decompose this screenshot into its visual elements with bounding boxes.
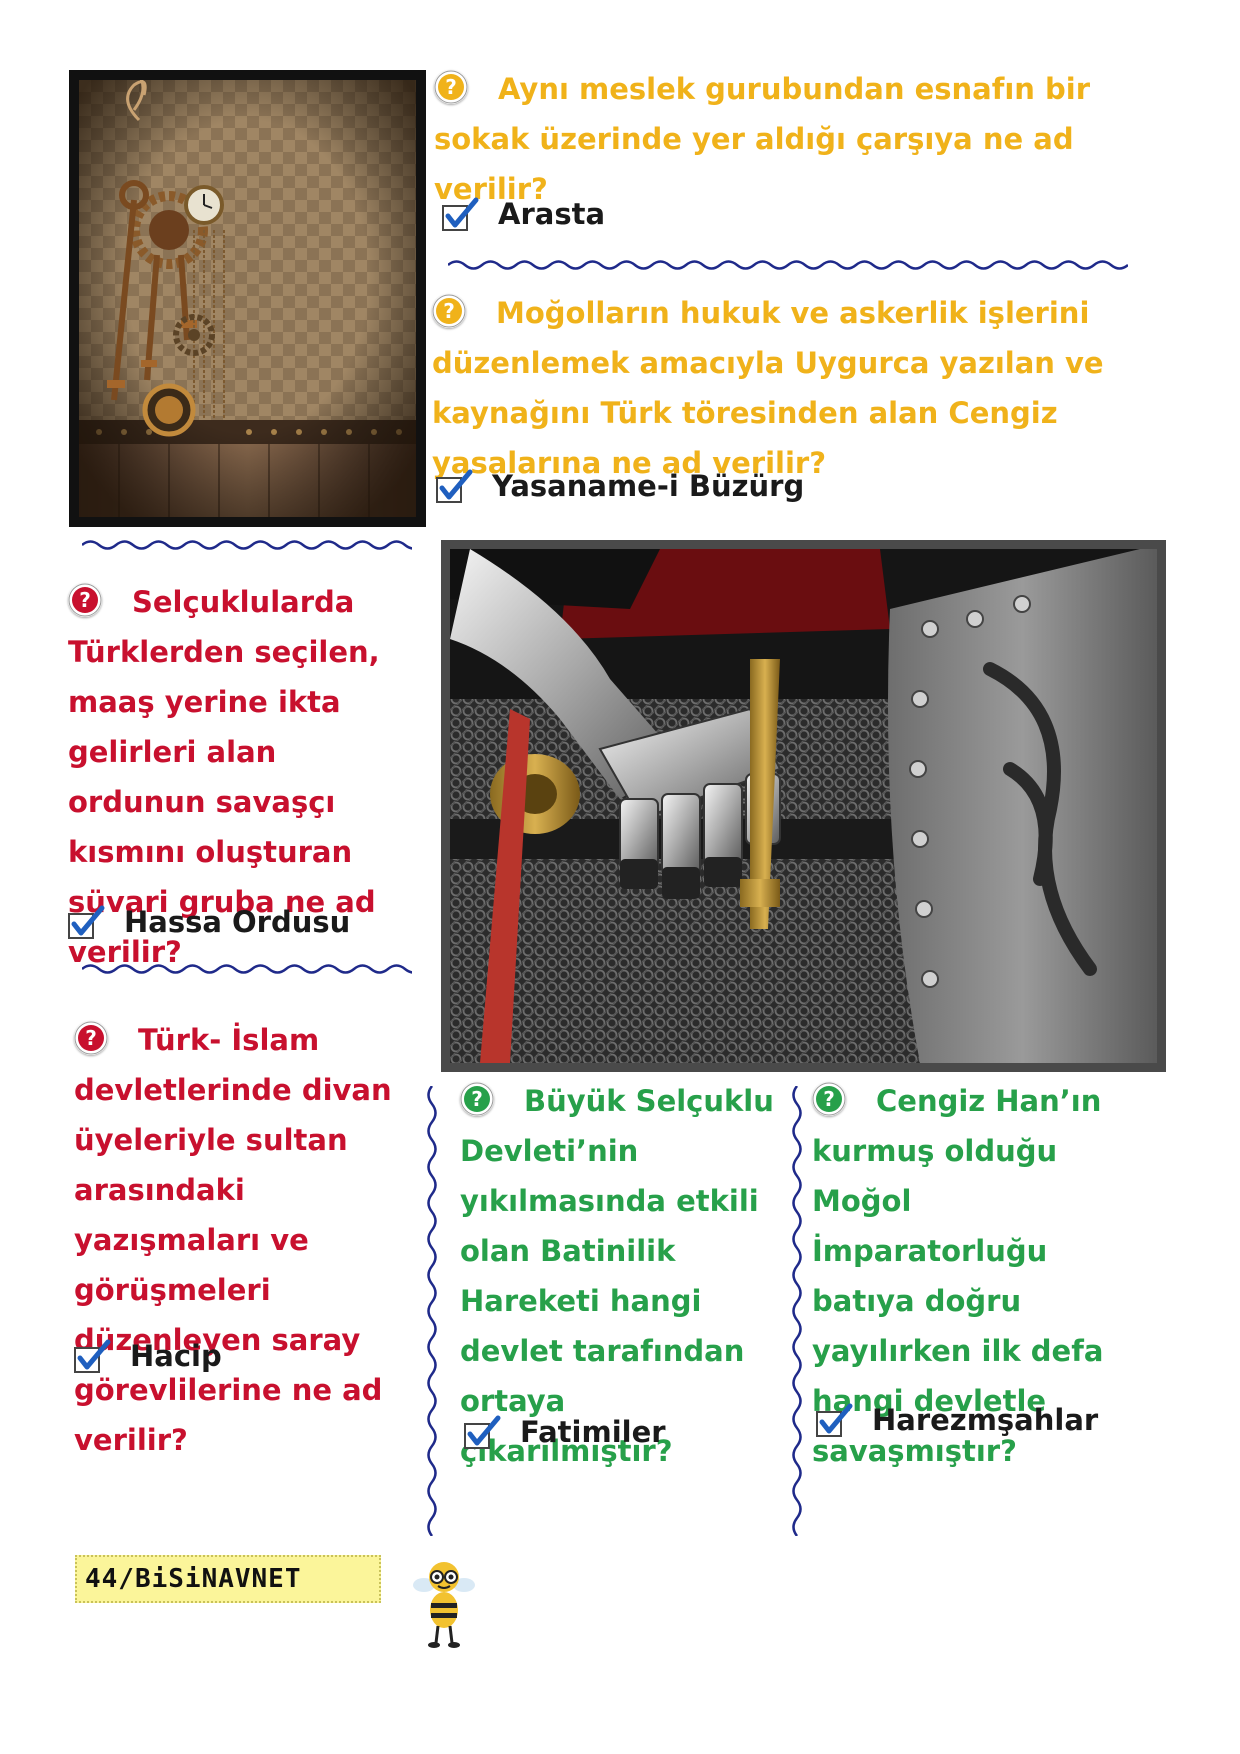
answer-4: Hacip <box>72 1336 222 1376</box>
question-mark-icon: ? <box>68 583 102 617</box>
checkbox-icon <box>814 1400 854 1440</box>
wave-divider <box>82 964 412 974</box>
answer-text: Arasta <box>498 197 606 231</box>
question-block-2: ? Moğolların hukuk ve askerlik işlerini … <box>432 288 1147 488</box>
answer-3: Hassa Ordusu <box>66 902 350 942</box>
steampunk-keys-image <box>69 70 426 527</box>
question-text: ? Aynı meslek gurubundan esnafın bir sok… <box>434 70 1091 206</box>
answer-text: Yasaname-i Büzürg <box>492 469 805 503</box>
question-mark-icon: ? <box>812 1082 846 1116</box>
knight-armor-image <box>441 540 1166 1072</box>
svg-text:?: ? <box>85 1026 97 1050</box>
svg-text:?: ? <box>443 299 455 323</box>
answer-text: Harezmşahlar <box>872 1403 1099 1437</box>
svg-text:?: ? <box>471 1087 483 1111</box>
question-mark-icon: ? <box>74 1021 108 1055</box>
question-block-1: ? Aynı meslek gurubundan esnafın bir sok… <box>434 64 1134 214</box>
page-label-text: 44/BiSiNAVNET <box>85 1564 302 1594</box>
svg-text:?: ? <box>79 588 91 612</box>
checkbox-icon <box>462 1412 502 1452</box>
answer-text: Hassa Ordusu <box>124 905 351 939</box>
answer-1: Arasta <box>440 194 605 234</box>
keys-gears-illustration <box>79 74 416 517</box>
answer-text: Hacip <box>130 1339 222 1373</box>
question-mark-icon: ? <box>434 70 468 104</box>
wave-divider <box>448 260 1128 270</box>
wave-divider-vertical <box>427 1086 437 1536</box>
svg-text:?: ? <box>445 75 457 99</box>
page-number-label: 44/BiSiNAVNET <box>75 1555 381 1603</box>
bee-mascot-icon <box>413 1562 475 1648</box>
question-mark-icon: ? <box>432 294 466 328</box>
question-block-4: ? Türk- İslam devletlerinde divan üyeler… <box>74 1015 426 1465</box>
answer-5: Fatimiler <box>462 1412 666 1452</box>
armor-illustration <box>450 549 1157 1063</box>
checkbox-icon <box>66 902 106 942</box>
answer-2: Yasaname-i Büzürg <box>434 466 804 506</box>
checkbox-icon <box>440 194 480 234</box>
question-mark-icon: ? <box>460 1082 494 1116</box>
answer-text: Fatimiler <box>520 1415 666 1449</box>
answer-6: Harezmşahlar <box>814 1400 1098 1440</box>
checkbox-icon <box>434 466 474 506</box>
svg-text:?: ? <box>823 1087 835 1111</box>
question-text: ? Moğolların hukuk ve askerlik işlerini … <box>432 294 1104 480</box>
question-text: ? Türk- İslam devletlerinde divan üyeler… <box>74 1021 392 1457</box>
wave-divider <box>82 540 412 550</box>
wave-divider-vertical <box>792 1086 802 1536</box>
checkbox-icon <box>72 1336 112 1376</box>
